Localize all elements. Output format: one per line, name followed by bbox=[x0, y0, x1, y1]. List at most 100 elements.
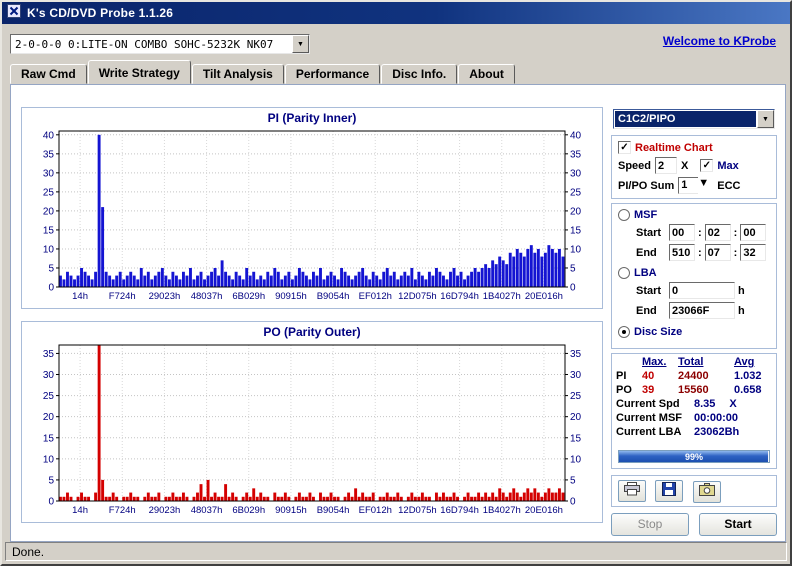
svg-text:20E016h: 20E016h bbox=[525, 505, 563, 516]
pi-total: 24400 bbox=[678, 370, 709, 382]
svg-text:20E016h: 20E016h bbox=[525, 291, 563, 302]
msf-end-sec[interactable] bbox=[704, 244, 731, 261]
status-bar: Done. bbox=[5, 542, 787, 561]
svg-text:29023h: 29023h bbox=[149, 505, 181, 516]
save-icon bbox=[662, 481, 677, 501]
svg-text:29023h: 29023h bbox=[149, 291, 181, 302]
speed-input[interactable] bbox=[655, 157, 678, 174]
svg-text:16D794h: 16D794h bbox=[440, 505, 479, 516]
svg-text:30: 30 bbox=[570, 168, 582, 179]
svg-text:EF012h: EF012h bbox=[359, 505, 392, 516]
pi-chart-box: PI (Parity Inner) 14h F724h 29023h 48037h 6B… bbox=[21, 107, 603, 309]
lba-start-input[interactable] bbox=[669, 282, 735, 299]
lba-end-unit: h bbox=[738, 304, 745, 317]
svg-text:5: 5 bbox=[570, 475, 576, 486]
msf-radio[interactable] bbox=[618, 209, 630, 221]
welcome-link[interactable]: Welcome to KProbe bbox=[663, 34, 776, 48]
svg-text:40: 40 bbox=[570, 130, 582, 141]
po-chart: 14h F724h 29023h 48037h 6B029h 90915h B9054h EF… bbox=[43, 344, 582, 516]
start-button[interactable]: Start bbox=[699, 513, 777, 536]
msf-start-frame[interactable] bbox=[740, 224, 767, 241]
msf-label: MSF bbox=[634, 209, 658, 221]
tab-disc-info[interactable]: Disc Info. bbox=[381, 64, 458, 84]
svg-text:25: 25 bbox=[570, 187, 582, 198]
chevron-down-icon[interactable]: ▼ bbox=[757, 110, 774, 128]
po-chart-box: PO (Parity Outer) 14h F724h 29023h 48037h 6B… bbox=[21, 321, 603, 523]
po-avg: 0.658 bbox=[734, 384, 762, 396]
svg-text:6B029h: 6B029h bbox=[232, 505, 265, 516]
svg-text:0: 0 bbox=[570, 283, 576, 294]
msf-separator: : bbox=[733, 226, 738, 239]
pi-chart-title: PI (Parity Inner) bbox=[267, 111, 357, 125]
lba-label: LBA bbox=[634, 267, 657, 279]
tab-tilt-analysis[interactable]: Tilt Analysis bbox=[191, 64, 284, 84]
max-speed-label: Max bbox=[717, 159, 739, 172]
save-button[interactable] bbox=[655, 480, 684, 502]
svg-text:90915h: 90915h bbox=[275, 505, 307, 516]
svg-text:16D794h: 16D794h bbox=[440, 291, 479, 302]
po-row-label: PO bbox=[616, 384, 632, 396]
svg-text:F724h: F724h bbox=[109, 505, 136, 516]
msf-start-min[interactable] bbox=[669, 224, 695, 241]
sum-select[interactable]: 1 ▼ bbox=[678, 177, 713, 194]
realtime-label: Realtime Chart bbox=[635, 141, 713, 154]
snapshot-button[interactable] bbox=[692, 480, 721, 503]
print-button[interactable] bbox=[618, 480, 646, 502]
svg-text:20: 20 bbox=[43, 206, 55, 217]
svg-text:30: 30 bbox=[43, 370, 55, 381]
svg-text:12D075h: 12D075h bbox=[398, 505, 437, 516]
msf-start-sec[interactable] bbox=[704, 224, 731, 241]
chart-options-group: ✓ Realtime Chart Speed X ✓ Max PI/PO Sum… bbox=[611, 135, 777, 199]
svg-text:35: 35 bbox=[43, 149, 55, 160]
tab-about[interactable]: About bbox=[458, 64, 515, 84]
current-speed-row: Current Spd 8.35 X bbox=[616, 398, 737, 410]
speed-label: Speed bbox=[618, 159, 652, 172]
stop-button[interactable]: Stop bbox=[611, 513, 689, 536]
current-lba-row: Current LBA 23062Bh bbox=[616, 426, 740, 438]
drive-select[interactable]: 2-0-0-0 0:LITE-ON COMBO SOHC-5232K NK07 … bbox=[10, 34, 310, 54]
ecc-label: ECC bbox=[717, 179, 741, 192]
msf-end-min[interactable] bbox=[669, 244, 695, 261]
chevron-down-icon[interactable]: ▼ bbox=[698, 177, 713, 194]
stats-col-total: Total bbox=[678, 356, 704, 368]
pi-chart: 14h F724h 29023h 48037h 6B029h 90915h B9054h EF… bbox=[43, 130, 582, 302]
current-speed-value: 8.35 bbox=[694, 398, 716, 410]
tab-write-strategy[interactable]: Write Strategy bbox=[87, 60, 191, 84]
chevron-down-icon[interactable]: ▼ bbox=[292, 35, 309, 53]
msf-separator: : bbox=[698, 246, 702, 259]
printer-icon bbox=[624, 481, 640, 501]
lba-start-unit: h bbox=[738, 284, 745, 297]
svg-text:15: 15 bbox=[570, 433, 582, 444]
pi-max: 40 bbox=[642, 370, 655, 382]
disc-size-radio[interactable] bbox=[618, 326, 630, 338]
stats-row-pi: PI 40 24400 1.032 bbox=[612, 368, 776, 382]
max-speed-checkbox[interactable]: ✓ bbox=[700, 159, 714, 172]
svg-text:35: 35 bbox=[43, 349, 55, 360]
lba-end-label: End bbox=[636, 304, 657, 317]
range-group: MSF Start : : End : : LBA bbox=[611, 203, 777, 349]
svg-text:90915h: 90915h bbox=[275, 291, 307, 302]
status-text: Done. bbox=[12, 545, 45, 559]
sum-label: PI/PO Sum bbox=[618, 179, 675, 192]
tab-raw-cmd[interactable]: Raw Cmd bbox=[10, 64, 87, 84]
lba-end-input[interactable] bbox=[669, 302, 735, 319]
svg-text:0: 0 bbox=[48, 283, 54, 294]
stats-row-po: PO 39 15560 0.658 bbox=[612, 382, 776, 396]
svg-text:EF012h: EF012h bbox=[359, 291, 392, 302]
svg-text:25: 25 bbox=[570, 391, 582, 402]
msf-end-frame[interactable] bbox=[740, 244, 767, 261]
tools-group bbox=[611, 475, 777, 507]
svg-text:40: 40 bbox=[43, 130, 55, 141]
svg-text:15: 15 bbox=[43, 225, 55, 236]
mode-select[interactable]: C1C2/PIPO ▼ bbox=[613, 109, 775, 129]
svg-text:B9054h: B9054h bbox=[317, 505, 350, 516]
tab-performance[interactable]: Performance bbox=[284, 64, 381, 84]
progress-label: 99% bbox=[684, 452, 703, 462]
svg-text:48037h: 48037h bbox=[191, 291, 223, 302]
sum-select-value: 1 bbox=[678, 177, 699, 194]
msf-end-label: End bbox=[636, 246, 657, 259]
realtime-checkbox[interactable]: ✓ bbox=[618, 141, 631, 154]
msf-start-label: Start bbox=[636, 226, 662, 239]
pi-avg: 1.032 bbox=[734, 370, 762, 382]
lba-radio[interactable] bbox=[618, 267, 630, 279]
